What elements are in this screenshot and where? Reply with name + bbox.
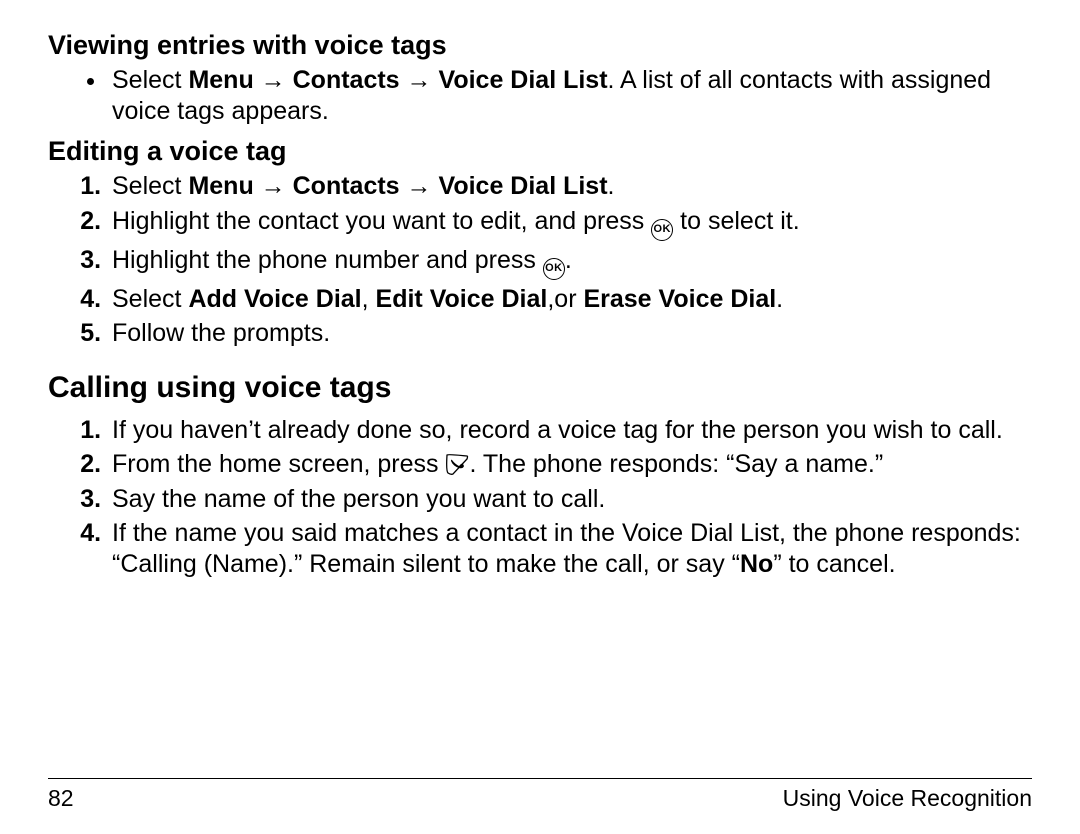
text: Highlight the contact you want to edit, …	[112, 207, 651, 235]
text: From the home screen, press	[112, 450, 445, 478]
heading-editing-voice-tag: Editing a voice tag	[48, 136, 1032, 167]
contacts-label: Contacts	[293, 172, 400, 200]
text: Highlight the phone number and press	[112, 246, 543, 274]
arrow: →	[254, 66, 293, 94]
text: Select	[112, 66, 188, 94]
text: ,or	[547, 285, 583, 313]
list-item: From the home screen, press . The phone …	[108, 449, 1032, 480]
list-item: Say the name of the person you want to c…	[108, 484, 1032, 515]
contacts-label: Contacts	[293, 66, 400, 94]
list-viewing-entries: Select Menu → Contacts → Voice Dial List…	[48, 65, 1032, 126]
text: to select it.	[673, 207, 799, 235]
call-key-icon	[445, 453, 469, 475]
heading-calling-using-voice-tags: Calling using voice tags	[48, 371, 1032, 405]
list-item: Highlight the contact you want to edit, …	[108, 206, 1032, 241]
ok-icon: OK	[651, 219, 673, 241]
text: Say the name of the person you want to c…	[112, 485, 605, 513]
list-calling-using-voice-tags: If you haven’t already done so, record a…	[48, 415, 1032, 580]
list-item: Follow the prompts.	[108, 318, 1032, 349]
arrow: →	[254, 172, 293, 200]
text: Select	[112, 172, 188, 200]
ok-icon: OK	[543, 258, 565, 280]
list-item: Select Menu → Contacts → Voice Dial List…	[108, 171, 1032, 202]
list-item: If the name you said matches a contact i…	[108, 518, 1032, 579]
text: Select	[112, 285, 188, 313]
no-label: No	[740, 550, 773, 578]
section-title: Using Voice Recognition	[783, 785, 1032, 812]
text: .	[776, 285, 783, 313]
manual-page: Viewing entries with voice tags Select M…	[0, 0, 1080, 834]
list-item: Select Menu → Contacts → Voice Dial List…	[108, 65, 1032, 126]
heading-viewing-entries: Viewing entries with voice tags	[48, 30, 1032, 61]
add-voice-dial-label: Add Voice Dial	[188, 285, 361, 313]
erase-voice-dial-label: Erase Voice Dial	[583, 285, 776, 313]
list-item: Select Add Voice Dial, Edit Voice Dial,o…	[108, 284, 1032, 315]
edit-voice-dial-label: Edit Voice Dial	[376, 285, 548, 313]
text: If you haven’t already done so, record a…	[112, 416, 1003, 444]
text: . The phone responds: “Say a name.”	[469, 450, 883, 478]
arrow: →	[400, 66, 439, 94]
list-editing-voice-tag: Select Menu → Contacts → Voice Dial List…	[48, 171, 1032, 349]
voice-dial-list-label: Voice Dial List	[439, 172, 608, 200]
page-footer: 82 Using Voice Recognition	[48, 778, 1032, 812]
divider	[48, 778, 1032, 779]
arrow: →	[400, 172, 439, 200]
page-number: 82	[48, 785, 74, 812]
list-item: Highlight the phone number and press OK.	[108, 245, 1032, 280]
list-item: If you haven’t already done so, record a…	[108, 415, 1032, 446]
menu-label: Menu	[188, 172, 253, 200]
text: .	[608, 172, 615, 200]
text: ” to cancel.	[773, 550, 895, 578]
voice-dial-list-label: Voice Dial List	[439, 66, 608, 94]
text: .	[565, 246, 572, 274]
text: ,	[362, 285, 376, 313]
text: Follow the prompts.	[112, 319, 330, 347]
menu-label: Menu	[188, 66, 253, 94]
